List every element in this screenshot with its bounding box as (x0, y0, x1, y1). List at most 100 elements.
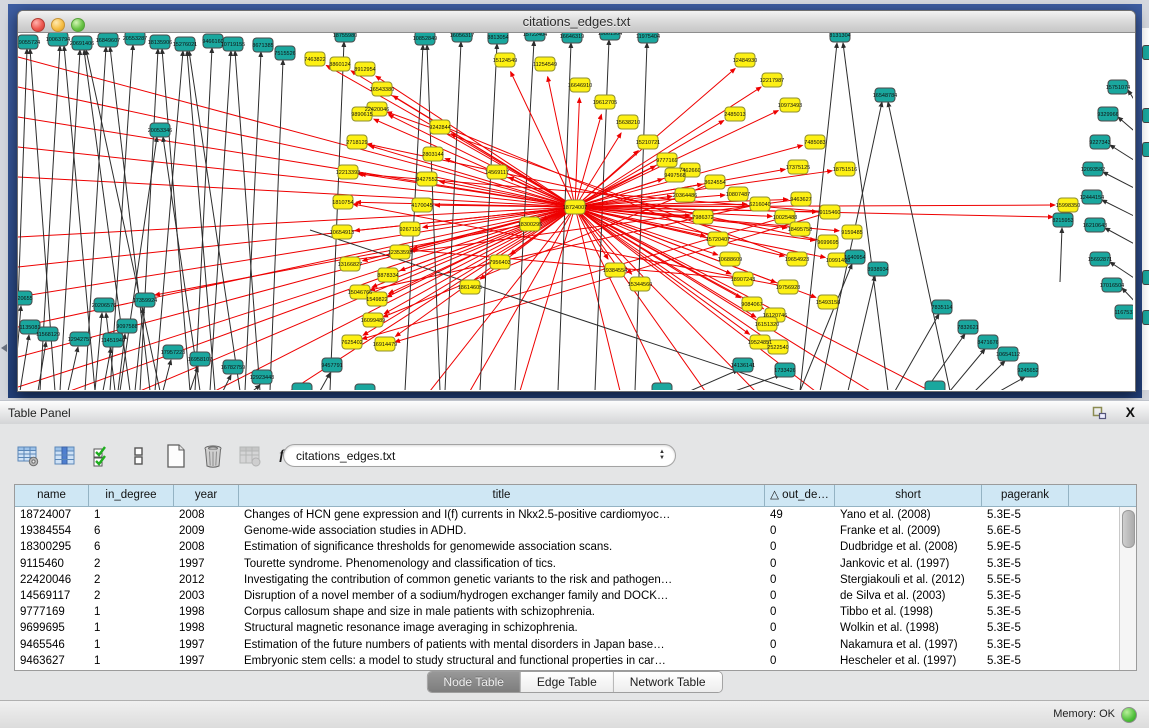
table-panel-body: f(x) citations_edges.txt ▲▼ namein_degre… (0, 424, 1149, 700)
graph-node-label: 17375125 (786, 165, 810, 171)
graph-edge (103, 348, 111, 390)
graph-node-label: 20553287 (123, 36, 147, 42)
graph-node-label: 7832621 (957, 325, 978, 331)
graph-node-label: 10973493 (778, 103, 802, 109)
graph-node-label: 2718129 (346, 140, 367, 146)
network-window-titlebar[interactable]: citations_edges.txt (18, 11, 1135, 33)
graph-node-label: 18755980 (333, 33, 357, 39)
graph-node-label: 12213393 (336, 170, 360, 176)
graph-node-label: 9777169 (656, 158, 677, 164)
table-row[interactable]: 946554611997Estimation of the future num… (15, 637, 1120, 653)
graph-node-label: 15276021 (173, 42, 197, 48)
graph-edge (1000, 377, 1025, 390)
splitter-collapse-arrow-icon[interactable] (1, 344, 7, 352)
graph-node-label: 1733426 (774, 368, 795, 374)
graph-node-label: 17957223 (161, 350, 185, 356)
table-row[interactable]: 969969511998Structural magnetic resonanc… (15, 620, 1120, 636)
column-header-title[interactable]: title (239, 485, 765, 506)
table-cell: 1998 (174, 620, 239, 636)
table-cell: 2 (89, 588, 174, 604)
table-row[interactable]: 1830029562008Estimation of significance … (15, 539, 1120, 555)
graph-edge (320, 373, 330, 390)
graph-node-label: 18614605 (458, 285, 482, 291)
close-panel-icon[interactable]: X (1126, 404, 1135, 420)
table-row[interactable]: 1872400712008Changes of HCN gene express… (15, 507, 1120, 523)
memory-status-icon[interactable] (1121, 707, 1137, 723)
column-header-short[interactable]: short (835, 485, 982, 506)
table-cell: 1997 (174, 637, 239, 653)
graph-node-label: 11975404 (636, 34, 660, 40)
table-row[interactable]: 911546021997Tourette syndrome. Phenomeno… (15, 556, 1120, 572)
delete-icon[interactable] (199, 442, 227, 470)
graph-node-label: 16548784 (873, 93, 897, 99)
row-height-icon[interactable] (125, 442, 153, 470)
graph-edge (1118, 117, 1133, 136)
import-table-icon-disabled[interactable] (236, 442, 264, 470)
graph-node-label: 14569117 (485, 170, 509, 176)
graph-node-label: 9084067 (741, 302, 762, 308)
graph-node-label: 16099489 (361, 318, 385, 324)
table-settings-icon[interactable] (14, 442, 42, 470)
graph-node-label: 9267110 (399, 227, 420, 233)
tab-network-table[interactable]: Network Table (613, 672, 722, 692)
graph-node-label: 16151320 (755, 322, 779, 328)
column-header-name[interactable]: name (15, 485, 89, 506)
table-cell: Disruption of a novel member of a sodium… (239, 588, 765, 604)
graph-edge (210, 51, 231, 390)
column-header-out_de[interactable]: △ out_de… (765, 485, 835, 506)
table-cell: 5.6E-5 (982, 523, 1069, 539)
graph-node-label: 16914479 (373, 342, 397, 348)
table-row[interactable]: 2242004622012Investigating the contribut… (15, 572, 1120, 588)
network-canvas[interactable]: 9777169746266094975683624554203644861080… (18, 33, 1133, 390)
table-scrollbar[interactable] (1119, 507, 1136, 670)
graph-node-label: 4170045 (411, 203, 432, 209)
table-cell: 5.3E-5 (982, 653, 1069, 669)
column-header-in_degree[interactable]: in_degree (89, 485, 174, 506)
graph-node-label: 11568129 (36, 332, 60, 338)
table-cell: 0 (765, 604, 835, 620)
table-cell: 5.3E-5 (982, 556, 1069, 572)
graph-node[interactable] (355, 384, 375, 390)
show-column-icon[interactable] (51, 442, 79, 470)
table-cell: Embryonic stem cells: a model to study s… (239, 653, 765, 669)
table-cell: Stergiakouli et al. (2012) (835, 572, 982, 588)
clipped-node-fragment (1142, 310, 1149, 325)
select-columns-icon[interactable] (88, 442, 116, 470)
graph-node-label: 19756928 (776, 285, 800, 291)
graph-node-label: 15493158 (816, 300, 840, 306)
new-column-icon[interactable] (162, 442, 190, 470)
table-row[interactable]: 977716911998Corpus callosum shape and si… (15, 604, 1120, 620)
graph-node-label: 18907243 (731, 277, 755, 283)
status-bar: Memory: OK (0, 700, 1149, 728)
float-window-icon[interactable] (1092, 406, 1107, 425)
tab-edge-table[interactable]: Edge Table (520, 672, 613, 692)
graph-node-label: 9329966 (1097, 112, 1118, 118)
graph-node-label: 8131304 (829, 33, 850, 39)
table-row[interactable]: 1456911722003Disruption of a novel membe… (15, 588, 1120, 604)
graph-edge (575, 207, 608, 259)
column-header-pagerank[interactable]: pagerank (982, 485, 1069, 506)
tab-node-table[interactable]: Node Table (427, 672, 520, 692)
graph-node-label: 9457791 (321, 363, 342, 369)
graph-edge (975, 361, 1005, 390)
table-row[interactable]: 1938455462009Genome-wide association stu… (15, 523, 1120, 539)
graph-node[interactable] (292, 383, 312, 390)
table-cell: Structural magnetic resonance image aver… (239, 620, 765, 636)
graph-node-label: 10719155 (221, 42, 245, 48)
graph-node-label: 8878334 (377, 273, 398, 279)
graph-node-label: 7463822 (304, 57, 325, 63)
table-cell: 2003 (174, 588, 239, 604)
graph-node[interactable] (925, 381, 945, 390)
graph-node[interactable] (652, 383, 672, 390)
table-row[interactable]: 946362711997Embryonic stem cells: a mode… (15, 653, 1120, 669)
graph-node-label: 15344560 (628, 282, 652, 288)
graph-node-label: 7835114 (931, 305, 952, 311)
network-table-select[interactable]: citations_edges.txt ▲▼ (283, 444, 676, 467)
column-header-year[interactable]: year (174, 485, 239, 506)
graph-node-label: 13166827 (338, 262, 362, 268)
graph-edge (18, 207, 575, 357)
scrollbar-thumb[interactable] (1122, 510, 1135, 548)
graph-node-label: 1167533 (1114, 310, 1133, 316)
graph-edge (427, 45, 440, 390)
graph-node-label: 16646319 (560, 34, 584, 40)
